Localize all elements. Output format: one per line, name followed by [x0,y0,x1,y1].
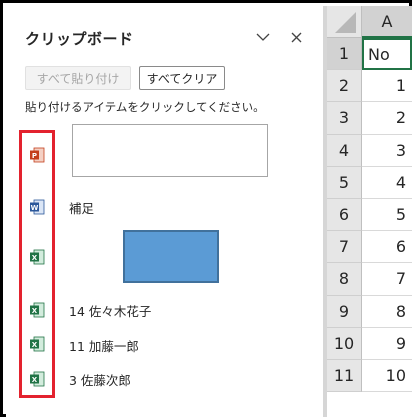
row-header[interactable]: 9 [327,295,362,328]
cell[interactable]: 2 [362,102,412,135]
sheet-row: 5 4 [327,166,412,199]
clipboard-item-text[interactable]: 11 加藤一郎 [69,336,139,355]
sheet-row: 7 6 [327,231,412,264]
cell[interactable]: 9 [362,328,412,360]
select-all-corner[interactable] [327,6,362,38]
sheet-row: 11 10 [327,360,412,393]
cell[interactable]: 6 [362,231,412,264]
pane-title: クリップボード [25,30,134,48]
clipboard-item-preview-blank[interactable] [72,124,268,177]
row-header[interactable]: 7 [327,231,362,264]
column-header-a[interactable]: A [362,6,412,38]
sheet-row: 1 No [327,38,412,71]
row-header[interactable]: 3 [327,102,362,135]
row-header[interactable]: 2 [327,70,362,103]
worksheet-grid: A 1 No 2 1 3 2 4 3 5 4 6 5 7 6 8 7 9 8 1… [327,6,412,417]
cell[interactable]: 10 [362,360,412,393]
row-header[interactable]: 6 [327,199,362,232]
cell[interactable]: 1 [362,70,412,103]
sheet-row: 9 8 [327,295,412,328]
chevron-down-icon[interactable] [253,28,273,46]
row-header[interactable]: 11 [327,360,362,393]
cell[interactable]: 3 [362,135,412,167]
highlight-box [19,130,55,398]
clipboard-item-text[interactable]: 3 佐藤次郎 [69,370,131,389]
cell-a1[interactable]: No [362,38,412,71]
sheet-row: 8 7 [327,263,412,296]
close-icon[interactable] [286,28,306,46]
cell[interactable]: 7 [362,263,412,296]
cell[interactable]: 4 [362,167,412,199]
cell[interactable]: 8 [362,296,412,328]
cell[interactable]: 5 [362,199,412,232]
clipboard-item-shape-preview[interactable] [123,230,219,283]
row-header[interactable]: 10 [327,327,362,360]
sheet-row: 10 9 [327,327,412,360]
sheet-row: 3 2 [327,102,412,135]
row-header[interactable]: 4 [327,134,362,167]
row-header[interactable]: 5 [327,166,362,199]
sheet-row: 4 3 [327,134,412,167]
row-header[interactable]: 1 [327,38,362,71]
clipboard-item-text[interactable]: 14 佐々木花子 [69,301,151,320]
sheet-row: 6 5 [327,199,412,232]
row-header[interactable]: 8 [327,263,362,296]
clear-all-button[interactable]: すべてクリア [139,66,225,90]
instruction-text: 貼り付けるアイテムをクリックしてください。 [25,100,265,114]
clipboard-pane: クリップボード すべて貼り付け すべてクリア 貼り付けるアイテムをクリックしてく… [6,6,323,417]
clipboard-item-text[interactable]: 補足 [69,198,94,217]
screenshot-frame: クリップボード すべて貼り付け すべてクリア 貼り付けるアイテムをクリックしてく… [0,0,412,417]
paste-all-button[interactable]: すべて貼り付け [25,66,131,90]
sheet-row: 2 1 [327,70,412,103]
